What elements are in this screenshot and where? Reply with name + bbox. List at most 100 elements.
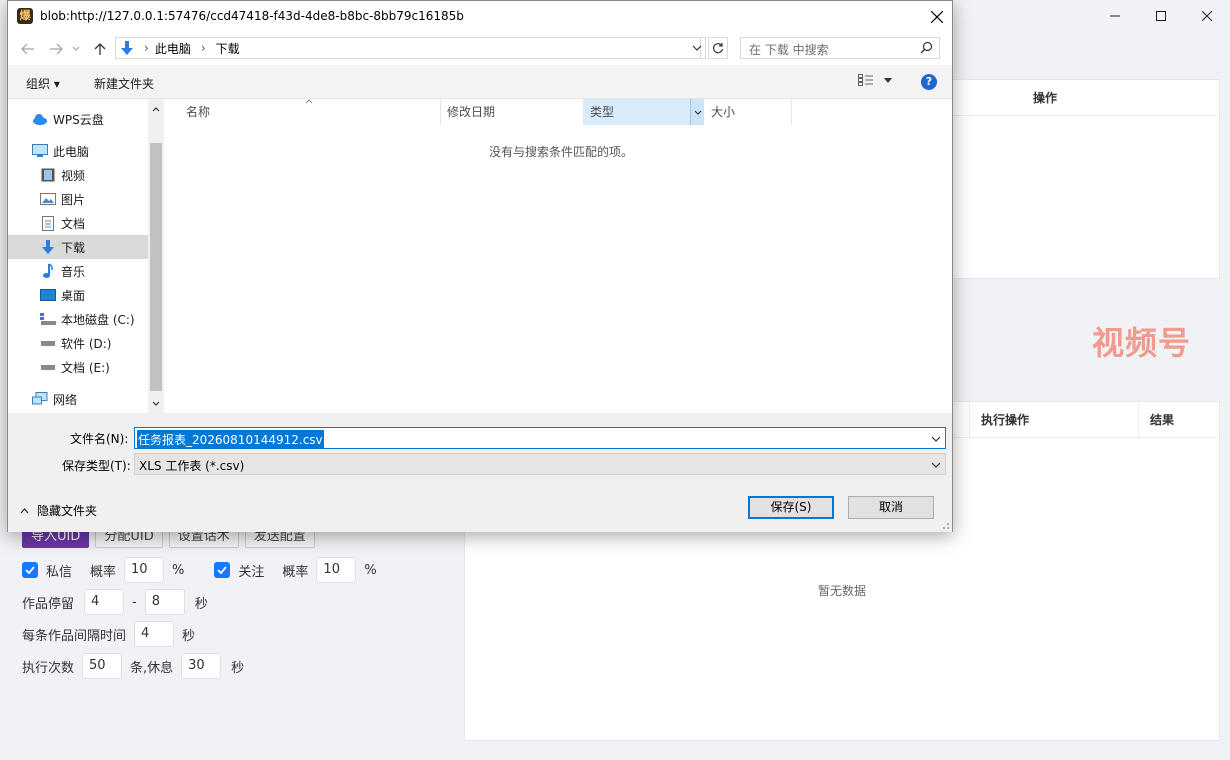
column-separator [1138,402,1139,438]
nav-item-music[interactable]: 音乐 [8,259,148,283]
up-button[interactable] [90,39,110,59]
dialog-close-button[interactable] [922,1,952,33]
follow-rate-input[interactable]: 10 [316,557,357,583]
rest-label: 条,休息 [130,660,174,676]
rest-input[interactable]: 30 [181,653,222,679]
refresh-button[interactable] [708,37,728,59]
save-options-area: 文件名(N): 任务报表_20260810144912.csv 保存类型(T):… [8,413,952,532]
chevron-down-icon[interactable] [931,431,941,445]
address-dropdown-button[interactable] [688,37,706,59]
breadcrumb-this-pc[interactable]: 此电脑 [155,40,191,57]
navigation-scrollbar[interactable] [148,99,164,413]
scrollbar-thumb[interactable] [150,143,162,391]
column-separator [969,402,970,438]
nav-item-documents[interactable]: 文档 [8,211,148,235]
no-match-message: 没有与搜索条件匹配的项。 [489,145,634,159]
nav-item-label: 音乐 [61,264,86,279]
nav-item-network[interactable]: 网络 [8,387,148,411]
address-path: › 此电脑 › 下载 [116,38,240,58]
follow-label: 关注 [238,564,265,580]
maximize-icon [1156,11,1166,21]
chevron-down-icon [694,110,701,115]
nav-item-label: 图片 [61,192,86,207]
desktop-icon [40,287,56,303]
drive-icon [40,335,56,351]
follow-checkbox[interactable] [214,562,231,578]
stay-row: 作品停留 4 - 8 秒 [22,589,208,615]
nav-item-drive-c[interactable]: 本地磁盘 (C:) [8,307,148,331]
refresh-icon [712,43,724,54]
nav-item-videos[interactable]: 视频 [8,163,148,187]
stay-from-input[interactable]: 4 [84,589,125,615]
column-name[interactable]: 名称 [180,99,440,125]
breadcrumb-separator-icon: › [144,41,149,55]
nav-item-desktop[interactable]: 桌面 [8,283,148,307]
cloud-icon [32,111,48,127]
scroll-up-icon[interactable] [148,101,164,117]
count-input[interactable]: 50 [82,653,123,679]
filetype-select[interactable]: XLS 工作表 (*.csv) [134,453,946,475]
private-rate-input[interactable]: 10 [124,557,165,583]
filetype-label: 保存类型(T): [62,459,131,473]
command-bar: 组织 ▾ 新建文件夹 ? [8,65,952,99]
app-logo-icon: 爆 [17,8,33,24]
nav-item-label: 桌面 [61,288,86,303]
cancel-button[interactable]: 取消 [848,496,934,519]
back-button[interactable] [18,39,38,59]
private-message-checkbox[interactable] [22,562,38,578]
stay-label: 作品停留 [22,596,75,612]
seconds-label: 秒 [182,628,196,644]
search-input[interactable]: 在 下载 中搜索 [740,37,940,59]
column-filter-dropdown[interactable] [690,99,704,125]
resize-grip-icon[interactable] [940,520,950,530]
nav-item-drive-e[interactable]: 文档 (E:) [8,355,148,379]
filetype-value: XLS 工作表 (*.csv) [139,459,245,473]
breadcrumb-downloads[interactable]: 下载 [216,40,240,57]
percent-label: % [364,562,377,578]
top-table-panel: 操作 [940,79,1220,279]
nav-item-downloads[interactable]: 下载 [8,235,148,259]
percent-label: % [172,562,185,578]
video-icon [40,167,56,183]
close-icon [1202,11,1212,21]
navigation-pane: WPS云盘 此电脑 视频 图片 文档 下载 音乐 桌面 本地磁盘 (C:) 软件… [8,99,164,413]
nav-item-pictures[interactable]: 图片 [8,187,148,211]
nav-item-wps-cloud[interactable]: WPS云盘 [8,107,148,131]
interval-input[interactable]: 4 [134,621,175,647]
nav-item-label: 本地磁盘 (C:) [61,312,135,327]
hide-folders-toggle[interactable]: 隐藏文件夹 [20,502,97,519]
new-folder-button[interactable]: 新建文件夹 [94,75,154,92]
nav-item-label: 视频 [61,168,86,183]
column-date-modified[interactable]: 修改日期 [441,99,583,125]
organize-menu-button[interactable]: 组织 ▾ [26,75,60,92]
search-placeholder: 在 下载 中搜索 [749,43,829,57]
empty-state-text: 暂无数据 [818,584,867,598]
breadcrumb-separator-icon: › [200,41,206,55]
seconds-label: 秒 [231,660,245,676]
scroll-down-icon[interactable] [148,395,164,411]
nav-item-this-pc[interactable]: 此电脑 [8,139,148,163]
help-icon[interactable]: ? [921,74,937,90]
save-file-dialog: 爆 blob:http://127.0.0.1:57476/ccd47418-f… [7,0,953,532]
private-message-label: 私信 [46,564,73,580]
nav-item-drive-d[interactable]: 软件 (D:) [8,331,148,355]
column-size[interactable]: 大小 [705,99,791,125]
network-icon [32,391,48,407]
column-operation: 操作 [1033,91,1058,105]
minimize-button[interactable] [1092,0,1138,32]
nav-item-label: 网络 [53,392,78,407]
maximize-button[interactable] [1138,0,1184,32]
check-icon [25,566,35,574]
nav-item-label: 文档 [61,216,86,231]
filename-input[interactable]: 任务报表_20260810144912.csv [134,427,946,449]
recent-locations-button[interactable] [70,39,82,59]
save-button[interactable]: 保存(S) [748,496,834,519]
app-close-button[interactable] [1184,0,1230,32]
change-view-button[interactable] [858,74,892,86]
address-bar[interactable]: › 此电脑 › 下载 [115,37,701,59]
forward-button[interactable] [46,39,66,59]
column-execute-operation: 执行操作 [981,413,1030,427]
column-type[interactable]: 类型 [584,99,704,125]
stay-to-input[interactable]: 8 [144,589,185,615]
caret-down-icon [884,77,892,83]
